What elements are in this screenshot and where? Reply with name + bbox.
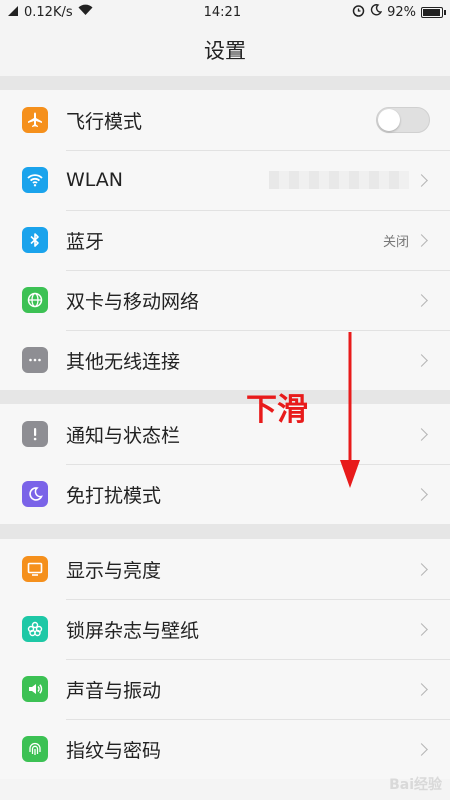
chevron-right-icon xyxy=(415,682,428,696)
more-icon xyxy=(22,347,48,373)
setting-dual-sim-mobile-network[interactable]: 双卡与移动网络 xyxy=(0,270,450,330)
moon-status-icon xyxy=(370,4,383,20)
section-divider xyxy=(0,390,450,404)
chevron-right-icon xyxy=(415,487,428,501)
display-icon xyxy=(22,556,48,582)
setting-lockscreen-wallpaper[interactable]: 锁屏杂志与壁纸 xyxy=(0,599,450,659)
battery-icon xyxy=(421,6,446,18)
setting-label: 声音与振动 xyxy=(66,679,162,702)
setting-label: 双卡与移动网络 xyxy=(66,290,200,313)
settings-group-network: 飞行模式 WLAN 蓝牙 关闭 双卡与移动网络 其他无线连接 xyxy=(0,90,450,390)
setting-label: 锁屏杂志与壁纸 xyxy=(66,619,200,642)
moon-icon xyxy=(22,481,48,507)
alarm-icon xyxy=(352,4,365,21)
wifi-status-icon xyxy=(78,4,93,20)
setting-bluetooth[interactable]: 蓝牙 关闭 xyxy=(0,210,450,270)
chevron-right-icon xyxy=(415,293,428,307)
flower-icon xyxy=(22,616,48,642)
settings-group-device: 显示与亮度 锁屏杂志与壁纸 声音与振动 指纹与密码 xyxy=(0,539,450,779)
notification-icon xyxy=(22,421,48,447)
setting-airplane-mode[interactable]: 飞行模式 xyxy=(0,90,450,150)
setting-wlan[interactable]: WLAN xyxy=(0,150,450,210)
setting-display-brightness[interactable]: 显示与亮度 xyxy=(0,539,450,599)
chevron-right-icon xyxy=(415,427,428,441)
wifi-icon xyxy=(22,167,48,193)
wifi-network-name-blurred xyxy=(269,171,409,189)
setting-label: 蓝牙 xyxy=(66,230,105,253)
setting-label: 指纹与密码 xyxy=(66,739,162,762)
setting-notifications-status-bar[interactable]: 通知与状态栏 xyxy=(0,404,450,464)
watermark-logo: Bai经验 xyxy=(389,777,442,793)
status-time: 14:21 xyxy=(203,4,242,20)
chevron-right-icon xyxy=(415,233,428,247)
chevron-right-icon xyxy=(415,173,428,187)
status-bar: 0.12K/s 14:21 92% xyxy=(0,0,450,24)
settings-group-notifications: 通知与状态栏 免打扰模式 xyxy=(0,404,450,524)
swipe-down-arrow-icon xyxy=(340,332,360,488)
fingerprint-icon xyxy=(22,736,48,762)
chevron-right-icon xyxy=(415,622,428,636)
setting-sound-vibration[interactable]: 声音与振动 xyxy=(0,659,450,719)
setting-fingerprint-password[interactable]: 指纹与密码 xyxy=(0,719,450,779)
chevron-right-icon xyxy=(415,562,428,576)
swipe-down-annotation: 下滑 xyxy=(246,392,308,428)
setting-other-wireless[interactable]: 其他无线连接 xyxy=(0,330,450,390)
chevron-right-icon xyxy=(415,353,428,367)
battery-percent: 92% xyxy=(387,4,416,20)
setting-label: 飞行模式 xyxy=(66,110,143,133)
bluetooth-icon xyxy=(22,227,48,253)
network-speed: 0.12K/s xyxy=(24,4,73,20)
airplane-mode-toggle[interactable] xyxy=(376,107,430,133)
globe-icon xyxy=(22,287,48,313)
page-title: 设置 xyxy=(204,39,246,63)
speaker-icon xyxy=(22,676,48,702)
toggle-knob xyxy=(378,109,400,131)
airplane-icon xyxy=(22,107,48,133)
setting-label: WLAN xyxy=(66,169,124,191)
sim-signal-icon xyxy=(7,5,19,20)
section-divider xyxy=(0,524,450,539)
setting-do-not-disturb[interactable]: 免打扰模式 xyxy=(0,464,450,524)
setting-label: 显示与亮度 xyxy=(66,559,162,582)
section-divider xyxy=(0,76,450,90)
bluetooth-status: 关闭 xyxy=(382,234,409,250)
chevron-right-icon xyxy=(415,742,428,756)
